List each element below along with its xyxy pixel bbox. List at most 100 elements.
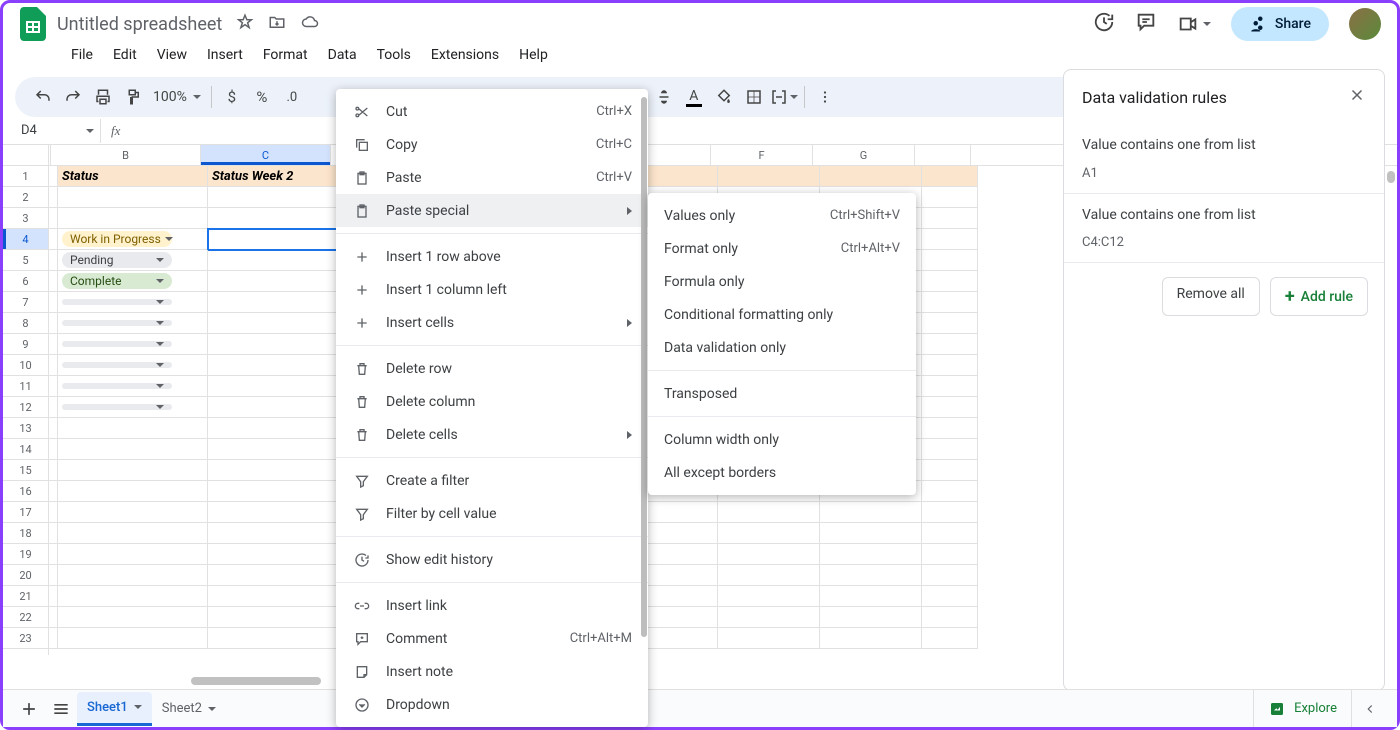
cell[interactable] [49, 376, 58, 397]
cell[interactable] [58, 418, 208, 439]
meet-icon[interactable] [1177, 13, 1211, 35]
cell[interactable] [58, 586, 208, 607]
cell[interactable] [718, 565, 820, 586]
submenu-column-width-only[interactable]: Column width only [648, 423, 916, 456]
cell[interactable] [718, 502, 820, 523]
cell[interactable] [208, 292, 338, 313]
cell[interactable] [208, 460, 338, 481]
dropdown-chip[interactable] [62, 404, 172, 410]
submenu-all-except-borders[interactable]: All except borders [648, 456, 916, 489]
ctx-filter-by-cell-value[interactable]: Filter by cell value [336, 497, 648, 530]
cell[interactable] [820, 523, 922, 544]
name-box[interactable]: D4 [15, 119, 101, 143]
cell[interactable] [58, 502, 208, 523]
col-header-c[interactable]: C [201, 145, 331, 165]
cell[interactable] [49, 187, 58, 208]
submenu-values-only[interactable]: Values onlyCtrl+Shift+V [648, 199, 916, 232]
cell[interactable] [922, 481, 978, 502]
row-header[interactable]: 5 [3, 250, 48, 271]
cell[interactable] [49, 481, 58, 502]
percent-icon[interactable]: % [248, 83, 276, 111]
dropdown-chip[interactable] [62, 383, 172, 389]
cell[interactable] [49, 544, 58, 565]
cell[interactable]: Status [58, 166, 208, 187]
menu-view[interactable]: View [149, 43, 195, 67]
vscroll-thumb[interactable] [1387, 171, 1395, 183]
cell[interactable] [922, 208, 978, 229]
cell[interactable] [718, 544, 820, 565]
cell[interactable] [718, 166, 820, 187]
explore-button[interactable]: Explore [1253, 690, 1351, 727]
ctx-insert-link[interactable]: Insert link [336, 589, 648, 622]
cell[interactable] [922, 544, 978, 565]
menu-format[interactable]: Format [255, 43, 316, 67]
dropdown-chip[interactable]: Work in Progress [62, 231, 172, 247]
cell[interactable] [208, 208, 338, 229]
col-header-h[interactable] [915, 145, 971, 165]
ctx-delete-row[interactable]: Delete row [336, 352, 648, 385]
row-header[interactable]: 23 [3, 628, 48, 649]
col-header-f[interactable]: F [711, 145, 813, 165]
cell[interactable]: Status Week 2 [208, 166, 338, 187]
cell[interactable] [49, 628, 58, 649]
ctx-copy[interactable]: CopyCtrl+C [336, 128, 648, 161]
cell[interactable] [922, 187, 978, 208]
cell[interactable] [58, 439, 208, 460]
cell[interactable] [49, 313, 58, 334]
comments-icon[interactable] [1135, 11, 1157, 37]
cell[interactable] [208, 229, 338, 250]
ctx-insert-1-row-above[interactable]: Insert 1 row above [336, 240, 648, 273]
validation-rule[interactable]: Value contains one from list C4:C12 [1064, 194, 1384, 264]
cell[interactable] [922, 439, 978, 460]
row-header[interactable]: 1 [3, 166, 48, 187]
row-header[interactable]: 8 [3, 313, 48, 334]
cell[interactable] [49, 460, 58, 481]
cell[interactable] [820, 607, 922, 628]
cell[interactable] [922, 334, 978, 355]
cell[interactable] [49, 166, 58, 187]
cell[interactable] [58, 628, 208, 649]
cell[interactable] [49, 502, 58, 523]
menu-edit[interactable]: Edit [105, 43, 145, 67]
decrease-decimal-icon[interactable]: .0 [278, 83, 306, 111]
cell[interactable] [820, 628, 922, 649]
ctx-insert-note[interactable]: Insert note [336, 655, 648, 688]
ctx-insert-cells[interactable]: Insert cells [336, 306, 648, 339]
cell[interactable] [58, 565, 208, 586]
dropdown-chip[interactable] [62, 320, 172, 326]
row-header[interactable]: 9 [3, 334, 48, 355]
row-header[interactable]: 22 [3, 607, 48, 628]
cell[interactable] [208, 439, 338, 460]
cell[interactable] [58, 481, 208, 502]
cell[interactable] [208, 607, 338, 628]
row-header[interactable]: 6 [3, 271, 48, 292]
row-header[interactable]: 15 [3, 460, 48, 481]
ctx-paste-special[interactable]: Paste special [336, 194, 648, 227]
cell[interactable] [922, 355, 978, 376]
row-header[interactable]: 21 [3, 586, 48, 607]
ctx-show-edit-history[interactable]: Show edit history [336, 543, 648, 576]
cell[interactable] [49, 208, 58, 229]
validation-rule[interactable]: Value contains one from list A1 [1064, 124, 1384, 194]
cell[interactable] [820, 502, 922, 523]
cell[interactable] [208, 355, 338, 376]
ctx-delete-column[interactable]: Delete column [336, 385, 648, 418]
cell[interactable] [49, 355, 58, 376]
dropdown-chip[interactable]: Pending [62, 252, 172, 268]
text-color-icon[interactable]: A [680, 83, 708, 111]
ctx-insert-1-column-left[interactable]: Insert 1 column left [336, 273, 648, 306]
sheets-logo-icon[interactable] [19, 6, 47, 42]
close-icon[interactable] [1348, 86, 1366, 108]
menu-help[interactable]: Help [511, 43, 556, 67]
cell[interactable] [922, 229, 978, 250]
history-icon[interactable] [1093, 11, 1115, 37]
cell[interactable] [49, 607, 58, 628]
cell[interactable] [49, 586, 58, 607]
dropdown-chip[interactable] [62, 362, 172, 368]
cell[interactable] [58, 544, 208, 565]
side-panel-toggle-icon[interactable] [1351, 690, 1387, 727]
dropdown-chip[interactable] [62, 299, 172, 305]
cell[interactable] [922, 460, 978, 481]
row-header[interactable]: 20 [3, 565, 48, 586]
move-icon[interactable] [268, 13, 286, 35]
